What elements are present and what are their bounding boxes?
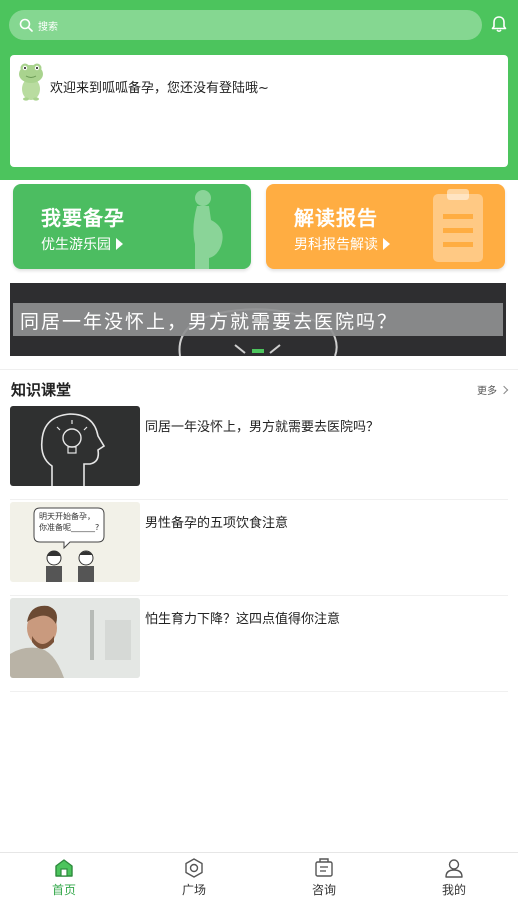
head-bulb-icon: [40, 413, 106, 486]
chevron-right-icon: [499, 385, 509, 394]
banner-title: 同居一年没怀上，男方就需要去医院吗？: [20, 311, 399, 333]
row-divider: [10, 595, 508, 596]
row-divider: [10, 691, 508, 692]
play-arrow-icon: [383, 238, 390, 250]
article-thumbnail: [10, 598, 140, 678]
section-divider: [0, 369, 518, 370]
promo-subtitle: 优生游乐园: [41, 234, 123, 254]
list-item[interactable]: 同居一年没怀上，男方就需要去医院吗？: [0, 406, 518, 500]
prepare-pregnancy-card[interactable]: 我要备孕 优生游乐园: [13, 184, 251, 269]
welcome-message: 欢迎来到呱呱备孕，您还没有登陆哦~: [50, 81, 269, 96]
interpret-report-card[interactable]: 解读报告 男科报告解读: [266, 184, 505, 269]
row-divider: [10, 499, 508, 500]
pregnant-woman-icon: [193, 190, 223, 269]
header: 搜索 欢迎来到呱呱备孕，您还没有登陆哦~: [0, 0, 518, 180]
tab-square[interactable]: 广场: [164, 857, 224, 899]
tab-label: 我的: [441, 883, 466, 897]
promo-subtitle: 男科报告解读: [294, 234, 390, 254]
list-item[interactable]: 明天开始备孕，你准备呢______? 男性备孕的五项饮食注意: [0, 502, 518, 596]
frog-mascot-icon: [19, 63, 43, 101]
promo-title: 我要备孕: [41, 206, 125, 230]
tab-consult[interactable]: 咨询: [294, 857, 354, 899]
search-icon: [19, 18, 33, 32]
section-title: 知识课堂: [11, 381, 72, 399]
article-title: 怕生育力下降？这四点值得你注意: [145, 612, 341, 627]
tab-label: 首页: [51, 883, 76, 897]
welcome-card[interactable]: 欢迎来到呱呱备孕，您还没有登陆哦~: [10, 55, 508, 167]
bottom-nav: 首页 广场 咨询 我的: [0, 852, 518, 900]
tab-label: 咨询: [311, 883, 336, 897]
search-input[interactable]: 搜索: [9, 10, 482, 40]
article-thumbnail: [10, 406, 140, 486]
tab-label: 广场: [181, 883, 206, 897]
bell-icon[interactable]: [489, 14, 509, 34]
home-icon: [55, 859, 73, 877]
article-title: 男性备孕的五项饮食注意: [145, 516, 289, 531]
promo-title: 解读报告: [294, 206, 378, 230]
featured-banner[interactable]: 同居一年没怀上，男方就需要去医院吗？: [10, 283, 506, 356]
tab-mine[interactable]: 我的: [424, 857, 484, 899]
more-link[interactable]: 更多: [477, 382, 509, 397]
tab-home[interactable]: 首页: [34, 857, 94, 899]
list-item[interactable]: 怕生育力下降？这四点值得你注意: [0, 598, 518, 692]
man-photo-icon: [10, 598, 140, 678]
user-icon: [445, 859, 463, 878]
speech-bubble-text: 明天开始备孕，你准备呢______?: [39, 512, 100, 532]
play-arrow-icon: [116, 238, 123, 250]
search-placeholder: 搜索: [38, 21, 58, 33]
clipboard-icon: [433, 189, 483, 262]
app-screen: 搜索 欢迎来到呱呱备孕，您还没有登陆哦~ 我要备孕 优生游乐园 解读报告 男科报…: [0, 0, 518, 900]
chat-icon: [315, 858, 333, 877]
hexagon-icon: [185, 858, 203, 878]
article-title: 同居一年没怀上，男方就需要去医院吗？: [145, 420, 380, 435]
article-thumbnail: 明天开始备孕，你准备呢______?: [10, 502, 140, 582]
